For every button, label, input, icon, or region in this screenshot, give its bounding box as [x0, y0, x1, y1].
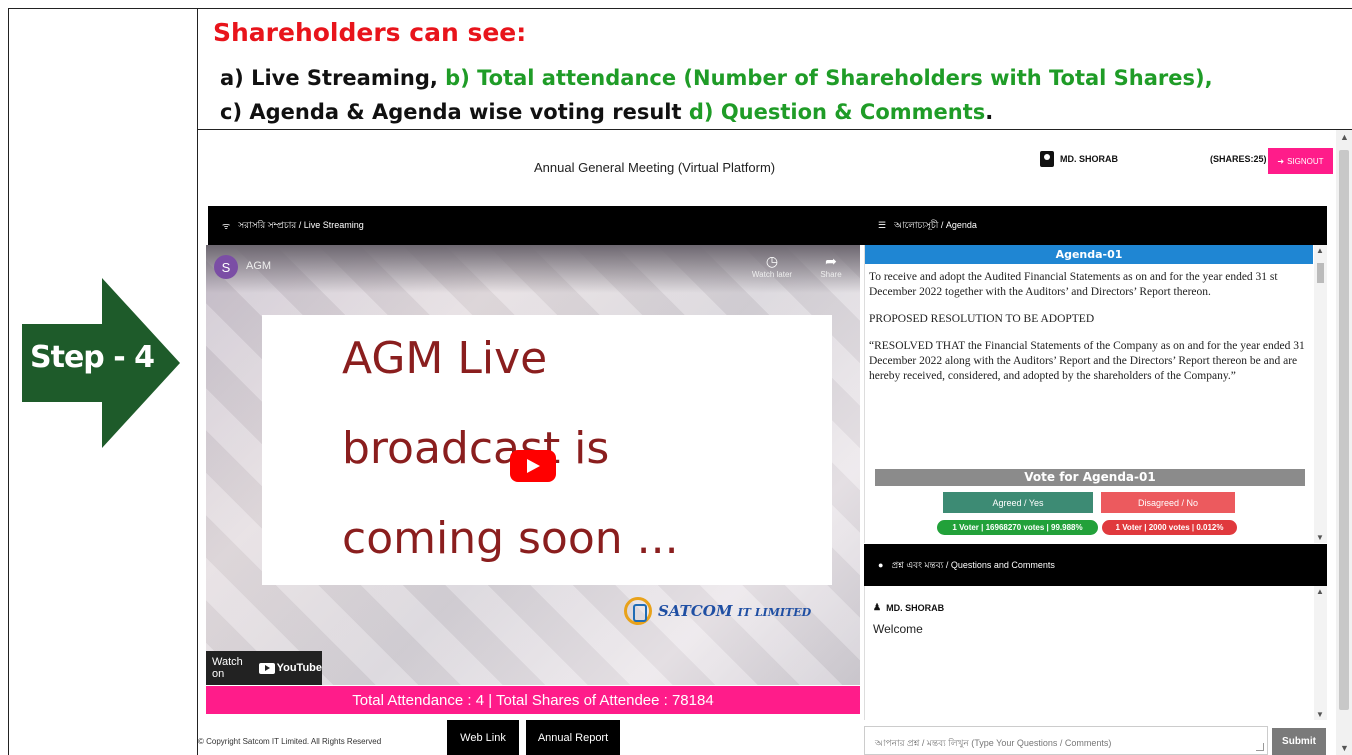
satcom-logo-icon	[624, 597, 652, 625]
video-player[interactable]: S AGM ◷ Watch later ➦ Share AGM Live bro…	[206, 245, 860, 685]
feature-line-2: c) Agenda & Agenda wise voting result d)…	[220, 100, 993, 124]
copyright-text: © Copyright Satcom IT Limited. All Right…	[198, 737, 382, 746]
thumbnail-line-1: AGM Live	[342, 333, 548, 384]
questions-bar-label: প্রশ্ন এবং মন্তব্য / Questions and Comme…	[891, 559, 1055, 570]
agm-app: Annual General Meeting (Virtual Platform…	[198, 130, 1352, 755]
thumbnail-line-3: coming soon ...	[342, 513, 679, 564]
comment-author-name: MD. SHORAB	[886, 602, 945, 613]
comment-author: ♟ MD. SHORAB	[873, 602, 944, 613]
feature-period: .	[985, 100, 994, 124]
user-chip: MD. SHORAB	[1040, 151, 1118, 167]
submit-button[interactable]: Submit	[1272, 728, 1326, 755]
watch-later-button[interactable]: ◷ Watch later	[750, 253, 794, 279]
satcom-logo: SATCOM IT LIMITED	[624, 597, 811, 625]
comment-icon: ●	[878, 560, 884, 570]
agenda-bar-label: আলোচ্যসূচী / Agenda	[894, 220, 977, 230]
scroll-down-icon[interactable]: ▼	[1316, 533, 1324, 542]
agenda-body: To receive and adopt the Audited Financi…	[865, 264, 1327, 384]
agree-result-badge: 1 Voter | 16968270 votes | 99.988%	[937, 520, 1098, 535]
wifi-icon: ᯤ	[222, 221, 231, 231]
watch-on-label: Watch on	[212, 656, 243, 680]
agenda-scrollbar[interactable]: ▲ ▼	[1314, 245, 1327, 543]
live-streaming-bar: ᯤ সরাসরি সম্প্রচার / Live Streaming	[208, 206, 864, 245]
feature-line-1: a) Live Streaming, b) Total attendance (…	[220, 66, 1213, 90]
share-label: Share	[820, 270, 842, 279]
youtube-logo: YouTube	[258, 662, 322, 674]
agenda-paragraph: To receive and adopt the Audited Financi…	[869, 271, 1278, 298]
slide-title: Shareholders can see:	[213, 18, 527, 47]
scroll-down-icon[interactable]: ▼	[1340, 743, 1349, 753]
resize-grip-icon[interactable]	[1256, 743, 1264, 751]
signout-button[interactable]: ➜ SIGNOUT	[1268, 148, 1333, 174]
share-button[interactable]: ➦ Share	[814, 253, 848, 279]
questions-scrollbar[interactable]: ▲ ▼	[1314, 586, 1327, 720]
share-icon: ➦	[825, 253, 837, 269]
channel-avatar[interactable]: S	[214, 255, 238, 279]
user-name: MD. SHORAB	[1060, 154, 1118, 164]
comment-message: Welcome	[873, 622, 923, 636]
questions-bar: ● প্রশ্ন এবং মন্তব্য / Questions and Com…	[864, 544, 1327, 586]
step-label: Step - 4	[30, 340, 155, 375]
clock-icon: ◷	[765, 253, 779, 269]
watch-on-youtube-button[interactable]: Watch on YouTube	[206, 651, 322, 685]
feature-c: c) Agenda & Agenda wise voting result	[220, 100, 682, 124]
disagree-button[interactable]: Disagreed / No	[1101, 492, 1235, 513]
annual-report-button[interactable]: Annual Report	[526, 720, 620, 755]
agree-button[interactable]: Agreed / Yes	[943, 492, 1093, 513]
vote-heading: Vote for Agenda-01	[875, 469, 1305, 486]
scroll-up-icon[interactable]: ▲	[1316, 587, 1324, 596]
agenda-heading: Agenda-01	[865, 245, 1313, 264]
feature-d: d) Question & Comments	[681, 100, 986, 124]
web-link-button[interactable]: Web Link	[447, 720, 519, 755]
menu-icon: ☰	[878, 220, 887, 230]
signout-label: SIGNOUT	[1287, 156, 1324, 166]
questions-panel: ♟ MD. SHORAB Welcome ▲ ▼	[864, 586, 1327, 720]
watch-later-label: Watch later	[751, 270, 793, 279]
scroll-up-icon[interactable]: ▲	[1340, 132, 1349, 142]
attendance-banner: Total Attendance : 4 | Total Shares of A…	[206, 686, 860, 714]
question-input-placeholder: আপনার প্রশ্ন / মন্তব্য লিখুন (Type Your …	[875, 738, 1112, 748]
scroll-thumb[interactable]	[1339, 150, 1349, 710]
youtube-icon	[258, 662, 275, 674]
scroll-up-icon[interactable]: ▲	[1316, 246, 1324, 255]
thumbnail-line-2: broadcast is	[342, 423, 610, 474]
user-icon	[1040, 151, 1054, 167]
shares-count: (SHARES:25)	[1210, 154, 1267, 164]
live-streaming-label: সরাসরি সম্প্রচার / Live Streaming	[238, 220, 364, 230]
person-icon: ♟	[873, 602, 882, 612]
scroll-thumb[interactable]	[1317, 263, 1324, 283]
play-button[interactable]	[510, 450, 556, 482]
app-title: Annual General Meeting (Virtual Platform…	[534, 160, 776, 175]
disagree-result-badge: 1 Voter | 2000 votes | 0.012%	[1102, 520, 1237, 535]
feature-b: b) Total attendance (Number of Sharehold…	[437, 66, 1213, 90]
page-scrollbar[interactable]: ▲ ▼	[1336, 130, 1352, 755]
channel-name[interactable]: AGM	[246, 260, 271, 272]
scroll-down-icon[interactable]: ▼	[1316, 710, 1324, 719]
agenda-bar: ☰ আলোচ্যসূচী / Agenda	[864, 206, 1327, 245]
feature-a: a) Live Streaming,	[220, 66, 438, 90]
question-input[interactable]: আপনার প্রশ্ন / মন্তব্য লিখুন (Type Your …	[864, 726, 1268, 755]
agenda-paragraph: “RESOLVED THAT the Financial Statements …	[869, 339, 1305, 382]
agenda-paragraph: PROPOSED RESOLUTION TO BE ADOPTED	[869, 312, 1095, 325]
satcom-logo-text: SATCOM IT LIMITED	[658, 602, 812, 620]
signout-icon: ➜	[1277, 156, 1285, 166]
agenda-panel: Agenda-01 To receive and adopt the Audit…	[864, 245, 1327, 543]
